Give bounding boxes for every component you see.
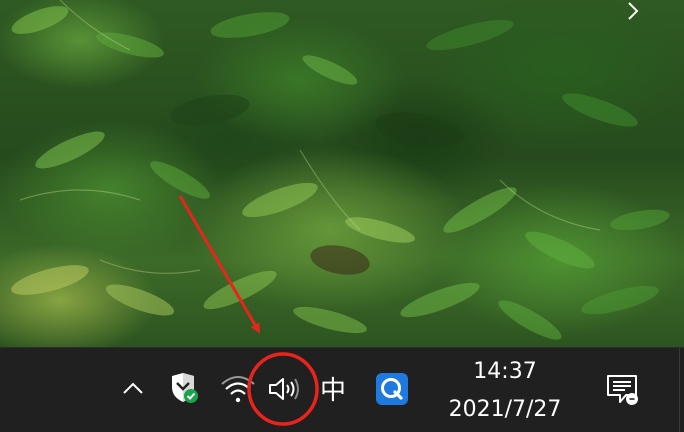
taskbar: 中 14:37 2021/7/27 [0,347,684,432]
security-shield-icon[interactable] [163,368,203,408]
wifi-icon[interactable] [218,370,258,408]
next-wallpaper-chevron-icon[interactable] [622,0,644,22]
desktop-wallpaper [0,0,684,347]
q-app-icon[interactable] [373,370,411,408]
wallpaper-foliage [11,0,670,340]
speaker-volume-icon[interactable] [262,370,306,408]
clock-date: 2021/7/27 [448,397,562,422]
system-clock[interactable]: 14:37 2021/7/27 [432,354,578,428]
clock-time: 14:37 [473,359,537,384]
show-hidden-icons-chevron-up-icon[interactable] [118,370,148,406]
show-desktop-button[interactable] [679,348,684,432]
screenshot-root: 中 14:37 2021/7/27 [0,0,684,432]
action-center-icon[interactable] [600,370,644,410]
ime-indicator[interactable]: 中 [314,368,352,408]
